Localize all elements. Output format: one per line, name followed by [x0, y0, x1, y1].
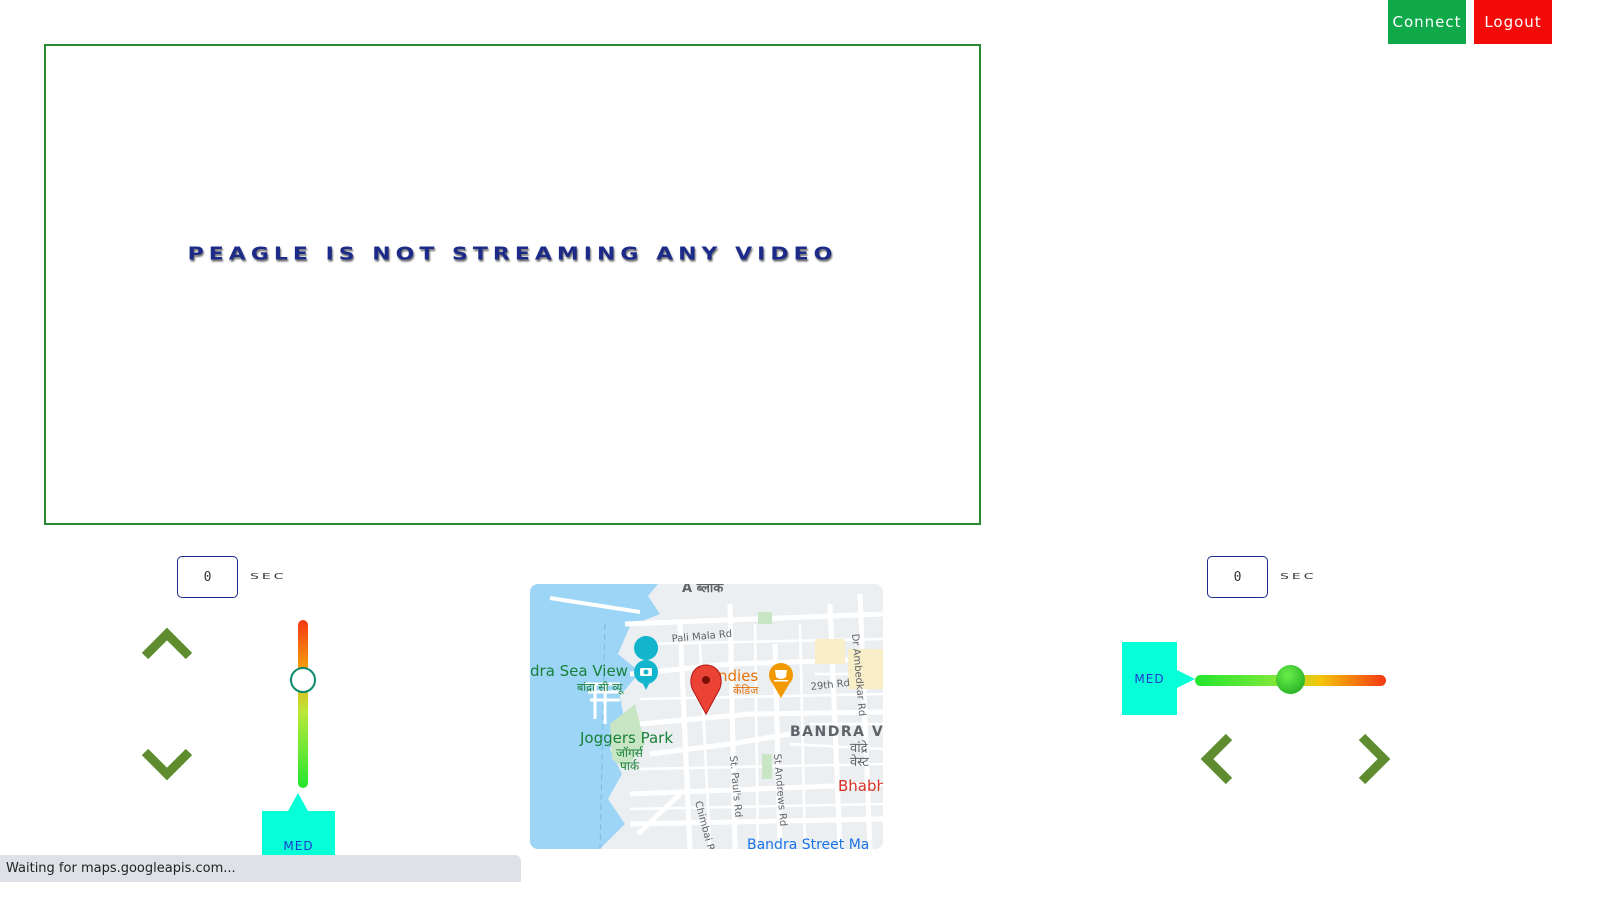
vertical-speed-slider-track[interactable] — [298, 620, 308, 788]
map-label: dra Sea View — [530, 662, 628, 680]
horizontal-timer-box[interactable]: 0 — [1207, 556, 1268, 598]
status-text: Waiting for maps.googleapis.com... — [6, 861, 236, 876]
map-view[interactable]: A ब्लॉक Pali Mala Rd dra Sea View बांद्र… — [530, 584, 883, 849]
horizontal-speed-badge: MED — [1122, 642, 1177, 715]
map-label: कँडिज — [733, 684, 759, 697]
horizontal-speed-slider-thumb[interactable] — [1276, 665, 1305, 694]
chevron-right-icon[interactable] — [1355, 733, 1393, 785]
chevron-up-icon[interactable] — [141, 626, 193, 662]
horizontal-speed-badge-pointer — [1177, 670, 1195, 688]
map-label: Joggers Park — [579, 729, 673, 747]
map-label: जॉगर्स — [616, 746, 644, 760]
vertical-timer-unit: sec — [250, 572, 287, 582]
map-label: A ब्लॉक — [682, 584, 724, 596]
map-label: वेस्ट — [850, 754, 869, 770]
map-label: बांद्रा सी व्यू — [577, 681, 624, 695]
map-canvas[interactable]: A ब्लॉक Pali Mala Rd dra Sea View बांद्र… — [530, 584, 883, 849]
map-label: Bandra Street Ma — [747, 837, 869, 849]
map-label: ndies — [718, 667, 758, 685]
vertical-speed-slider-thumb[interactable] — [290, 667, 316, 693]
video-frame: Peagle is not streaming any video — [44, 44, 981, 525]
map-label: पार्क — [620, 759, 640, 773]
browser-status-bar: Waiting for maps.googleapis.com... — [0, 855, 521, 882]
vertical-timer-box[interactable]: 0 — [177, 556, 238, 598]
horizontal-timer-unit: sec — [1280, 572, 1317, 582]
vertical-speed-badge: MED — [262, 811, 335, 855]
horizontal-timer-value: 0 — [1233, 569, 1242, 585]
vertical-timer-value: 0 — [203, 569, 212, 585]
connect-button[interactable]: Connect — [1388, 0, 1466, 44]
map-label: BANDRA V — [790, 724, 883, 740]
vertical-speed-badge-pointer — [288, 793, 308, 811]
chevron-left-icon[interactable] — [1198, 733, 1236, 785]
logout-button[interactable]: Logout — [1474, 0, 1552, 44]
video-status-message: Peagle is not streaming any video — [187, 244, 838, 265]
chevron-down-icon[interactable] — [141, 746, 193, 782]
map-label: Bhabh — [838, 777, 883, 795]
map-label: वांद्रे — [850, 740, 869, 756]
